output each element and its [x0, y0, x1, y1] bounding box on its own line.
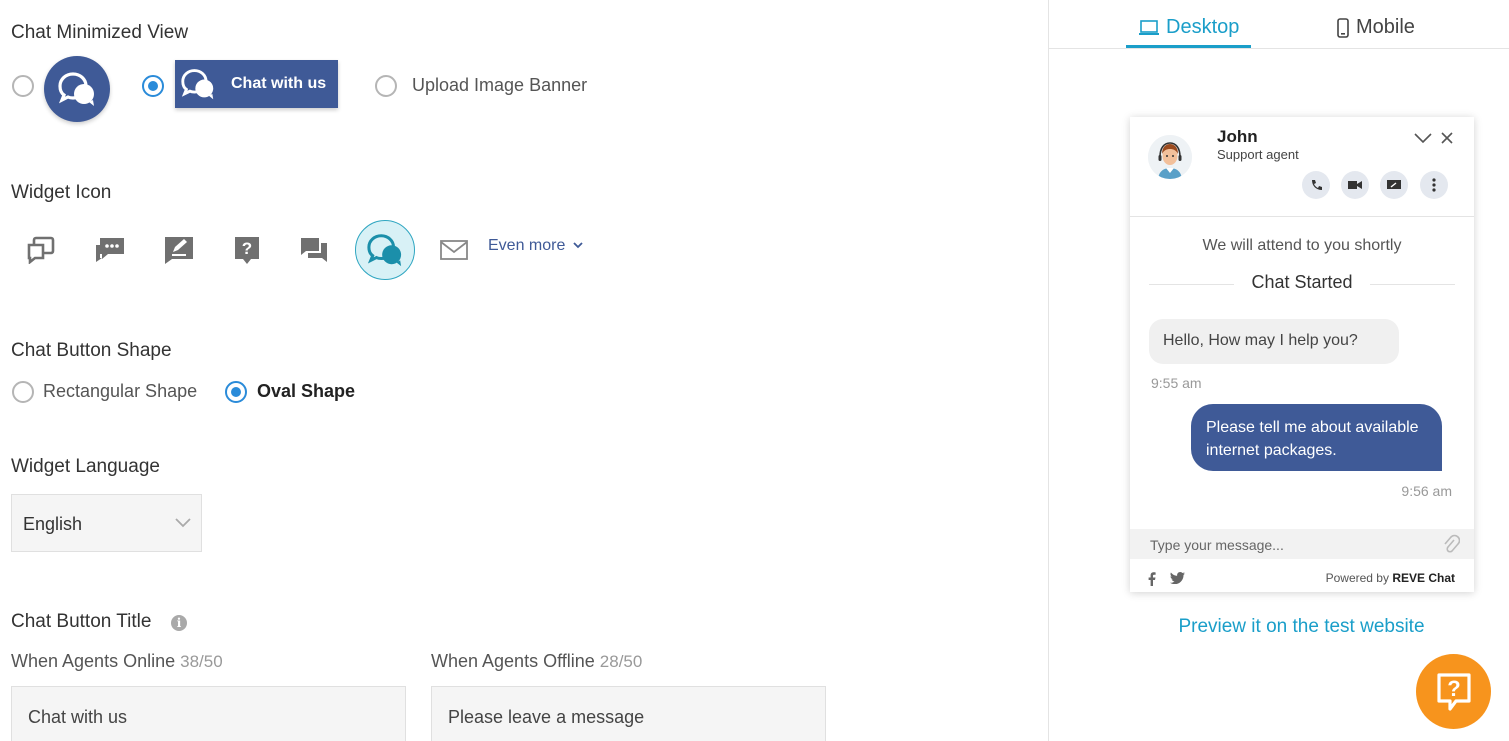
widget-header: John Support agent [1130, 117, 1474, 217]
attend-notice: We will attend to you shortly [1202, 237, 1402, 254]
even-more-link[interactable]: Even more [488, 237, 584, 255]
more-options-button[interactable] [1420, 171, 1448, 199]
language-title: Widget Language [11, 456, 160, 477]
social-links [1148, 572, 1185, 586]
language-select[interactable]: English [11, 494, 202, 552]
chat-bubbles-icon [58, 72, 94, 106]
laptop-icon [1139, 19, 1159, 35]
widget-icon-title: Widget Icon [11, 182, 112, 203]
widget-icon-option-1[interactable] [13, 222, 69, 278]
offline-char-count: 28/50 [599, 652, 643, 671]
typing-chat-icon [96, 238, 124, 262]
minimized-view-title: Chat Minimized View [11, 22, 189, 43]
chevron-down-icon [175, 518, 191, 528]
widget-icon-option-5[interactable] [286, 222, 342, 278]
avatar [1148, 135, 1192, 179]
preview-panel: Desktop Mobile John Support agent We wil… [1048, 0, 1509, 741]
button-title-title: Chat Button Title [11, 611, 152, 632]
twitter-icon[interactable] [1170, 572, 1185, 584]
help-button[interactable]: ? [1416, 654, 1491, 729]
agent-avatar-icon [1148, 135, 1192, 179]
minimize-icon[interactable] [1413, 131, 1433, 145]
double-square-chat-icon [27, 236, 55, 264]
incoming-message: Hello, How may I help you? [1149, 319, 1399, 364]
online-title-input[interactable]: Chat with us [11, 686, 406, 741]
info-icon[interactable]: i [171, 615, 187, 631]
question-chat-icon: ? [235, 237, 259, 264]
agent-name: John [1217, 127, 1258, 146]
facebook-icon[interactable] [1148, 572, 1156, 586]
mobile-icon [1337, 17, 1349, 38]
paperclip-icon[interactable] [1442, 534, 1460, 554]
preview-test-website-link[interactable]: Preview it on the test website [1049, 616, 1509, 638]
powered-by-text: Powered by [1325, 571, 1389, 585]
button-shape-title: Chat Button Shape [11, 340, 172, 361]
mail-icon [440, 240, 468, 260]
offline-title-input[interactable]: Please leave a message [431, 686, 826, 741]
minimized-circle-preview[interactable] [44, 56, 110, 122]
edit-chat-icon [165, 237, 193, 264]
outgoing-time: 9:56 am [1401, 483, 1452, 499]
powered-by: Powered by REVE Chat [1326, 571, 1455, 585]
brand-name: REVE Chat [1392, 571, 1455, 585]
tab-mobile[interactable]: Mobile [1336, 16, 1415, 39]
phone-icon [1311, 179, 1322, 190]
screen-share-button[interactable] [1380, 171, 1408, 199]
chat-bubbles-icon [367, 234, 402, 267]
radio-minimized-rect[interactable] [142, 75, 164, 97]
forum-icon [301, 238, 327, 262]
chevron-down-icon [573, 242, 583, 249]
tab-desktop-label: Desktop [1166, 16, 1240, 38]
tab-desktop[interactable]: Desktop [1138, 16, 1239, 39]
svg-text:?: ? [1447, 676, 1460, 701]
radio-upload-banner[interactable] [375, 75, 397, 97]
tab-mobile-label: Mobile [1356, 16, 1415, 38]
radio-minimized-circle[interactable] [12, 75, 34, 97]
video-icon [1348, 181, 1362, 189]
upload-banner-label[interactable]: Upload Image Banner [412, 75, 587, 96]
even-more-label: Even more [488, 237, 566, 254]
help-icon: ? [1436, 672, 1471, 711]
widget-icon-option-2[interactable] [82, 222, 138, 278]
outgoing-message: Please tell me about available internet … [1191, 404, 1442, 471]
preview-tabs: Desktop Mobile [1049, 0, 1509, 49]
message-input-bar[interactable]: Type your message... [1130, 529, 1474, 559]
online-title-label: When Agents Online 38/50 [11, 651, 223, 672]
screen-share-icon [1387, 180, 1401, 189]
chat-started-label: Chat Started [1251, 272, 1353, 292]
chat-bubbles-icon [181, 69, 214, 100]
chat-widget-preview: John Support agent We will attend to you… [1130, 117, 1474, 592]
divider [1370, 284, 1455, 285]
online-char-count: 38/50 [180, 652, 223, 671]
tab-active-indicator [1126, 45, 1251, 48]
agent-role: Support agent [1217, 147, 1299, 162]
radio-rectangular-shape[interactable] [12, 381, 34, 403]
radio-oval-shape[interactable] [225, 381, 247, 403]
minimized-rect-preview[interactable]: Chat with us [175, 60, 338, 108]
oval-shape-label[interactable]: Oval Shape [257, 381, 355, 402]
offline-title-label: When Agents Offline 28/50 [431, 651, 642, 672]
message-input-placeholder: Type your message... [1150, 537, 1284, 553]
close-icon[interactable] [1440, 131, 1454, 145]
widget-icon-option-3[interactable] [151, 222, 207, 278]
more-icon [1432, 178, 1436, 192]
widget-icon-option-7[interactable] [426, 222, 482, 278]
svg-text:?: ? [242, 239, 252, 258]
widget-icon-option-6[interactable] [355, 220, 415, 280]
language-value: English [23, 514, 83, 534]
minimized-rect-label: Chat with us [231, 75, 327, 92]
video-call-button[interactable] [1341, 171, 1369, 199]
incoming-time: 9:55 am [1151, 375, 1202, 391]
rectangular-shape-label[interactable]: Rectangular Shape [43, 381, 197, 402]
call-button[interactable] [1302, 171, 1330, 199]
online-label-text: When Agents Online [11, 651, 176, 671]
settings-panel: Chat Minimized View Chat with us Upload … [0, 0, 1048, 741]
offline-label-text: When Agents Offline [431, 651, 595, 671]
widget-icon-option-4[interactable]: ? [219, 222, 275, 278]
